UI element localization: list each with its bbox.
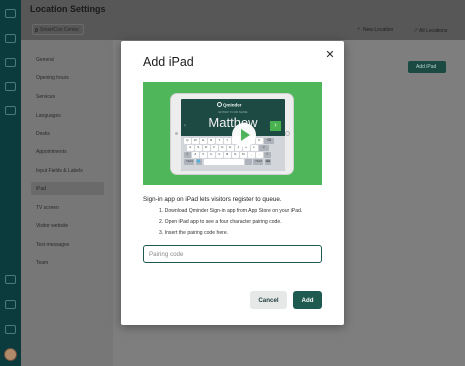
help-icon[interactable]: [5, 325, 16, 334]
key: S: [195, 145, 202, 151]
cancel-button[interactable]: Cancel: [250, 291, 287, 309]
camera-icon: [175, 132, 178, 135]
key: X: [200, 152, 207, 158]
instruction-steps: 1. Download Qminder Sign-in app from App…: [159, 208, 302, 241]
favorite-icon[interactable]: [5, 82, 16, 91]
location-select[interactable]: SmartCon Center: [32, 24, 84, 35]
menu-item-services[interactable]: Services: [36, 94, 55, 100]
key: .: [256, 152, 263, 158]
home-icon[interactable]: [5, 9, 16, 18]
menu-item-text-messages[interactable]: Text messages: [36, 242, 69, 248]
left-icon-rail: [0, 0, 21, 366]
dialog-description: Sign-in app on iPad lets visitors regist…: [143, 196, 282, 203]
key: A: [187, 145, 194, 151]
space-key: [203, 159, 244, 165]
wifi-icon[interactable]: [5, 275, 16, 284]
avatar[interactable]: [4, 348, 17, 361]
play-icon[interactable]: [232, 123, 256, 147]
key: Q: [184, 138, 191, 144]
dialog-title: Add iPad: [143, 55, 194, 69]
key: H: [227, 145, 234, 151]
key: [245, 159, 252, 165]
key: P: [256, 138, 263, 144]
numbers-key: .?123: [253, 159, 263, 165]
new-location-label: New Location: [363, 27, 394, 33]
key: Z: [192, 152, 199, 158]
qminder-logo: Qminder: [217, 102, 242, 108]
chat-icon[interactable]: [5, 34, 16, 43]
menu-item-desks[interactable]: Desks: [36, 131, 50, 137]
settings-menu: [21, 40, 113, 366]
add-ipad-button[interactable]: Add iPad: [408, 61, 446, 73]
key: ,: [248, 152, 255, 158]
return-icon: ↵: [259, 145, 269, 151]
key: B: [224, 152, 231, 158]
menu-item-general[interactable]: General: [36, 57, 54, 63]
pairing-code-input[interactable]: [143, 245, 322, 263]
home-button-icon: [285, 131, 290, 136]
key: V: [216, 152, 223, 158]
settings-icon[interactable]: [5, 106, 16, 115]
key: F: [211, 145, 218, 151]
screen-subtitle: ENTER YOUR NAME: [218, 110, 248, 114]
list-item: 1. Download Qminder Sign-in app from App…: [159, 208, 303, 214]
key: W: [192, 138, 199, 144]
menu-item-opening-hours[interactable]: Opening hours: [36, 75, 69, 81]
menu-item-appointments[interactable]: Appointments: [36, 149, 67, 155]
close-icon[interactable]: ✕: [325, 50, 335, 61]
all-locations-link[interactable]: ↗All Locations: [413, 27, 447, 34]
shift-icon: ⇧: [184, 152, 191, 158]
menu-item-languages[interactable]: Languages: [36, 113, 61, 119]
menu-item-ipad[interactable]: iPad: [31, 182, 104, 195]
rocket-icon[interactable]: [5, 300, 16, 309]
page-title: Location Settings: [30, 4, 106, 14]
chevron-right-icon: ›: [270, 121, 281, 131]
calendar-icon[interactable]: [5, 58, 16, 67]
key: G: [219, 145, 226, 151]
ipad-video-thumbnail[interactable]: Qminder ENTER YOUR NAME ‹ Matthew › Q W …: [143, 82, 322, 185]
menu-item-input-fields[interactable]: Input Fields & Labels: [36, 168, 83, 174]
key: D: [203, 145, 210, 151]
add-ipad-dialog: Add iPad ✕ Qminder ENTER YOUR NAME ‹ Mat…: [121, 41, 344, 325]
new-location-link[interactable]: + New Location: [357, 27, 393, 33]
key: L: [251, 145, 258, 151]
keyboard-row: .?123 🌐 .?123 ⌨: [184, 159, 283, 165]
menu-item-visitor-website[interactable]: Visitor website: [36, 223, 68, 229]
pin-icon: [35, 28, 38, 32]
numbers-key: .?123: [184, 159, 194, 165]
keyboard-row: A S D F G H J K L ↵: [184, 145, 283, 151]
all-locations-label: All Locations: [419, 28, 448, 34]
key: R: [208, 138, 215, 144]
keyboard-row: ⇧ Z X C V B N M , . ⇧: [184, 152, 283, 158]
shift-icon: ⇧: [264, 152, 271, 158]
key: Y: [224, 138, 231, 144]
menu-item-tv-screen[interactable]: TV screen: [36, 205, 59, 211]
globe-icon: 🌐: [195, 159, 202, 165]
backspace-icon: ⌫: [264, 138, 274, 144]
list-item: 3. Insert the pairing code here.: [159, 230, 229, 236]
list-item: 2. Open iPad app to see a four character…: [159, 219, 282, 225]
keyboard-hide-icon: ⌨: [264, 159, 271, 165]
key: M: [240, 152, 247, 158]
key: T: [216, 138, 223, 144]
key: E: [200, 138, 207, 144]
menu-item-team[interactable]: Team: [36, 260, 48, 266]
location-select-label: SmartCon Center: [40, 27, 79, 33]
key: C: [208, 152, 215, 158]
add-button[interactable]: Add: [293, 291, 322, 309]
key: N: [232, 152, 239, 158]
